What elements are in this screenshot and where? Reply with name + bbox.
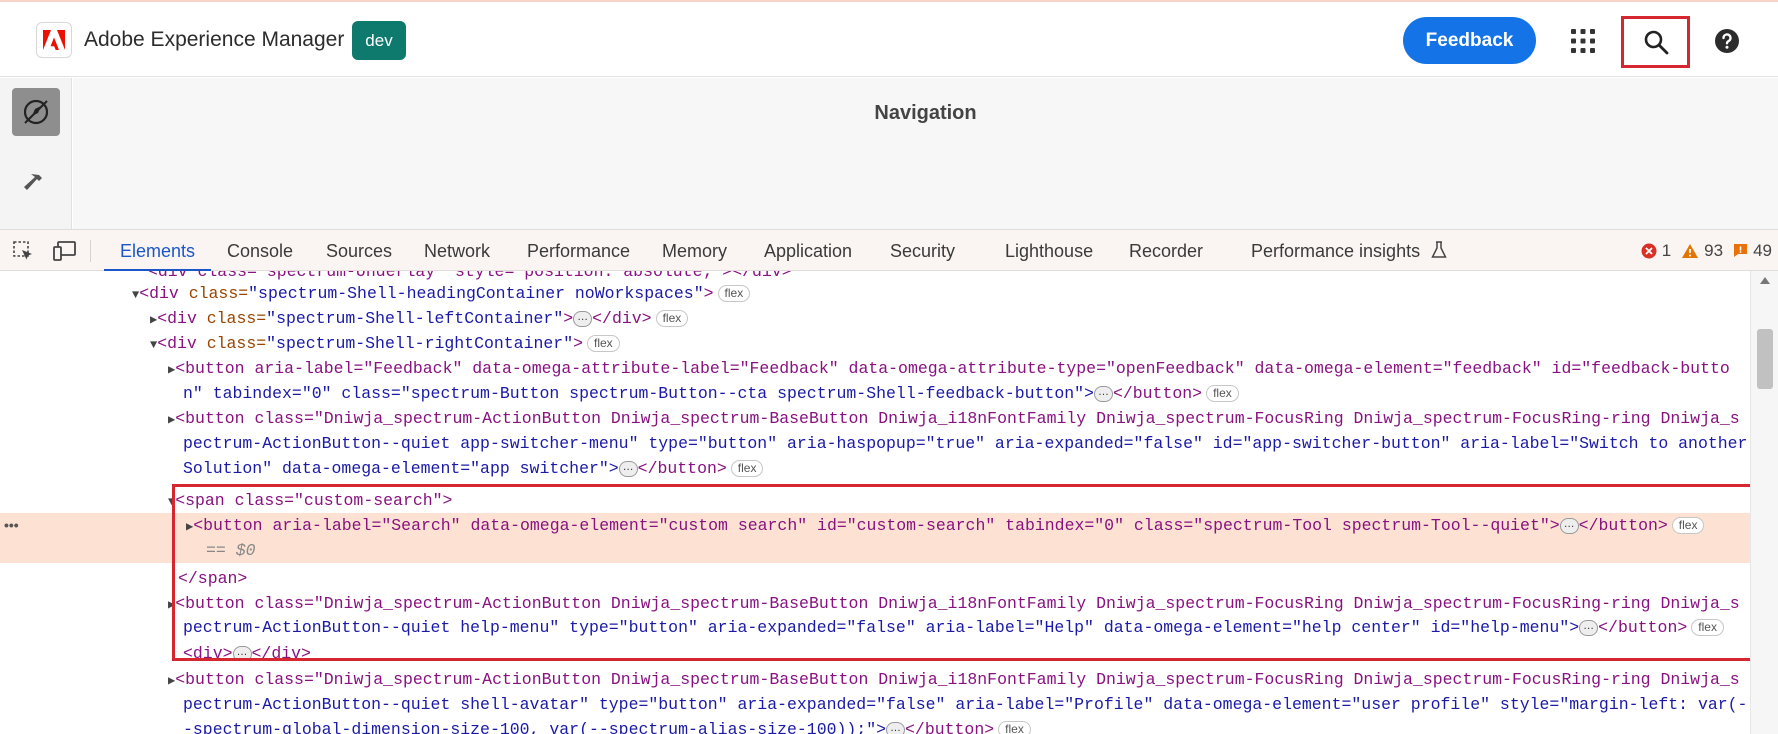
flex-badge[interactable]: flex [1206,385,1239,403]
tab-recorder[interactable]: Recorder [1129,230,1203,271]
node-text: <button aria-label="Feedback" data-omega… [175,359,1730,378]
collapsed-ellipsis-icon[interactable]: … [886,721,906,734]
highlight-annotation-box [172,484,1754,661]
node-text: pectrum-ActionButton--quiet app-switcher… [183,434,1748,453]
flask-icon [1431,241,1447,258]
side-rail [0,78,72,229]
elements-scrollbar[interactable] [1750,271,1778,734]
dom-node-app-switcher-cont[interactable]: pectrum-ActionButton--quiet app-switcher… [0,431,1758,456]
dom-node-feedback-button-cont[interactable]: n" tabindex="0" class="spectrum-Button s… [0,381,1758,406]
collapsed-ellipsis-icon[interactable]: … [1093,385,1113,402]
tab-application[interactable]: Application [764,230,852,271]
node-close-tag: </button> [905,720,995,734]
error-count[interactable]: 1 [1641,241,1671,261]
hammer-icon [24,174,42,190]
tab-performance-insights-label: Performance insights [1251,241,1421,261]
node-tag: <div [139,284,179,303]
rail-navigation-button[interactable] [12,88,60,136]
node-attr: class= [188,284,249,303]
node-attr-value: "spectrum-Shell-leftContainer" [266,309,564,328]
node-attr: class= [206,309,267,328]
app-header: Adobe Experience Manager dev Feedback [0,0,1778,77]
app-switcher-icon[interactable] [1570,28,1596,54]
node-close-tag: </button> [1112,384,1203,403]
node-tag-end: > [703,284,714,303]
search-icon [1644,30,1668,55]
dom-node-app-switcher-cont2[interactable]: Solution" data-omega-element="app switch… [0,456,1758,481]
feedback-button[interactable]: Feedback [1403,17,1536,64]
flex-badge[interactable]: flex [730,460,764,478]
tab-performance[interactable]: Performance [527,230,630,271]
issues-icon [1734,244,1748,257]
node-attr: class= [206,334,267,353]
dom-node-heading-container[interactable]: ▼<div class="spectrum-Shell-headingConta… [0,281,1758,306]
tab-lighthouse[interactable]: Lighthouse [1005,230,1093,271]
tab-network[interactable]: Network [424,230,490,271]
dom-node-shell-avatar-cont2[interactable]: -spectrum-global-dimension-size-100, var… [0,717,1758,734]
node-text: <div class="spectrum-Underlay" style="po… [148,271,792,281]
scroll-up-icon[interactable] [1760,277,1770,284]
error-count-value: 1 [1661,240,1672,260]
flex-badge[interactable]: flex [717,285,751,303]
error-icon [1641,243,1657,258]
help-icon[interactable] [1714,28,1740,54]
app-title: Adobe Experience Manager [84,28,345,51]
collapsed-ellipsis-icon[interactable]: … [573,310,593,327]
warning-icon [1682,243,1699,258]
issue-count-value: 49 [1753,240,1772,260]
inspect-element-icon[interactable] [12,240,34,262]
issue-count[interactable]: 49 [1733,241,1772,261]
dom-node-shell-avatar-cont[interactable]: pectrum-ActionButton--quiet shell-avatar… [0,692,1758,717]
node-tag: <div [157,309,197,328]
node-attr-value: "spectrum-Shell-headingContainer noWorks… [248,284,704,303]
node-close-tag: </div> [592,309,652,328]
flex-badge[interactable]: flex [655,310,689,328]
search-button[interactable] [1621,16,1690,68]
tab-sources[interactable]: Sources [326,230,392,271]
warning-count-value: 93 [1704,240,1724,260]
dom-node-right-container[interactable]: ▼<div class="spectrum-Shell-rightContain… [0,331,1758,356]
node-tag: <div [157,334,197,353]
flex-badge[interactable]: flex [587,335,620,353]
more-options-icon[interactable]: ••• [4,513,19,538]
collapsed-ellipsis-icon[interactable]: … [618,460,638,477]
dom-node-shell-avatar[interactable]: ▶<button class="Dniwja_spectrum-ActionBu… [0,667,1758,692]
navigation-title: Navigation [874,102,977,124]
node-text: <button class="Dniwja_spectrum-ActionBut… [175,670,1740,689]
flex-badge[interactable]: flex [998,721,1031,734]
tab-elements[interactable]: Elements [104,230,212,271]
tab-console[interactable]: Console [227,230,293,271]
navigation-panel: Navigation [73,78,1778,229]
node-text: pectrum-ActionButton--quiet shell-avatar… [183,695,1748,714]
dom-node-app-switcher[interactable]: ▶<button class="Dniwja_spectrum-ActionBu… [0,406,1758,431]
devtools-status[interactable]: 1 93 49 [1641,230,1772,271]
toolbar-divider [90,240,91,262]
tab-security[interactable]: Security [890,230,955,271]
rail-tools-button[interactable] [12,160,60,208]
dom-node-feedback-button[interactable]: ▶<button aria-label="Feedback" data-omeg… [0,356,1758,381]
warning-count[interactable]: 93 [1681,241,1723,261]
tab-performance-insights[interactable]: Performance insights [1251,230,1447,271]
devtools-tabbar: Elements Console Sources Network Perform… [0,229,1778,271]
navigation-compass-icon [23,99,49,125]
node-text: <button class="Dniwja_spectrum-ActionBut… [175,409,1740,428]
node-text: -spectrum-global-dimension-size-100, var… [183,720,887,734]
tab-memory[interactable]: Memory [662,230,727,271]
env-badge: dev [352,21,406,60]
node-tag-end: > [573,334,583,353]
device-toolbar-icon[interactable] [53,240,76,262]
node-attr-value: "spectrum-Shell-rightContainer" [266,334,574,353]
node-close-tag: </button> [637,459,727,478]
node-tag-end: > [563,309,574,328]
scroll-thumb[interactable] [1757,329,1773,389]
node-text: Solution" data-omega-element="app switch… [183,459,619,478]
node-text: n" tabindex="0" class="spectrum-Button s… [183,384,1094,403]
adobe-logo-icon[interactable] [36,22,72,58]
dom-node-left-container[interactable]: ▶<div class="spectrum-Shell-leftContaine… [0,306,1758,331]
